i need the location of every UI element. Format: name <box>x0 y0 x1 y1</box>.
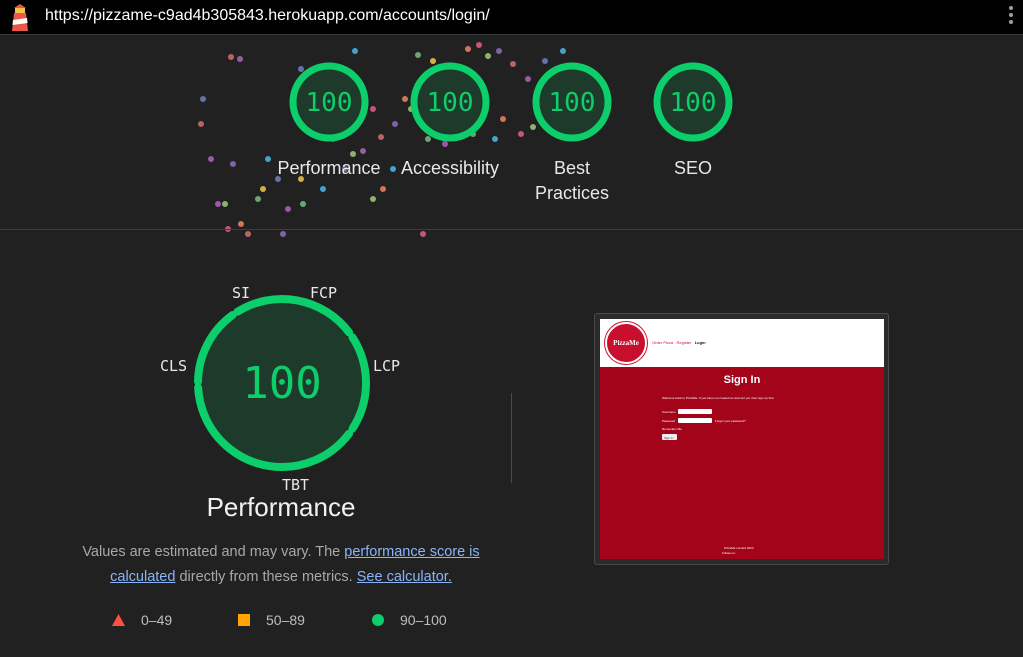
preview-header: PizzaMe Order Pizza Register Login <box>600 319 884 367</box>
score-gauge-accessibility[interactable]: 100 Accessibility <box>395 60 505 181</box>
performance-gauge-large: 100 SI FCP LCP TBT CLS <box>150 280 420 495</box>
final-screenshot-preview[interactable]: PizzaMe Order Pizza Register Login Sign … <box>594 313 889 565</box>
confetti-dot <box>198 121 204 127</box>
confetti-dot <box>228 54 234 60</box>
confetti-dot <box>215 201 221 207</box>
preview-nav-login: Login <box>694 340 706 345</box>
confetti-dot <box>370 196 376 202</box>
vertical-separator <box>511 393 512 483</box>
preview-password-label: Password <box>662 419 676 423</box>
score-gauge-performance[interactable]: 100 Performance <box>274 60 384 181</box>
score-ring-best-practices: 100 <box>532 62 612 142</box>
score-label-accessibility: Accessibility <box>400 158 500 178</box>
kebab-menu-icon[interactable] <box>1007 6 1015 28</box>
preview-signin-button-label: Sign In <box>664 436 674 440</box>
confetti-dot <box>265 156 271 162</box>
performance-title: Performance <box>206 492 356 522</box>
confetti-dot <box>208 156 214 162</box>
preview-heading: Sign In <box>723 374 761 386</box>
preview-remember: Remember Me <box>662 427 682 431</box>
desc-middle: directly from these metrics. <box>175 569 357 585</box>
see-calculator-link[interactable]: See calculator. <box>357 569 452 585</box>
browser-bar: https://pizzame-c9ad4b305843.herokuapp.c… <box>0 0 1023 35</box>
metric-si-label[interactable]: SI <box>232 284 250 302</box>
preview-intro: Welcome back to PizzaMe. If you have not… <box>662 396 775 400</box>
preview-logo-text: PizzaMe <box>613 339 639 347</box>
score-value-best-practices: 100 <box>549 88 596 118</box>
metric-cls-label[interactable]: CLS <box>160 357 187 375</box>
confetti-dot <box>415 52 421 58</box>
confetti-dot <box>230 161 236 167</box>
confetti-dot <box>200 96 206 102</box>
performance-description: Values are estimated and may vary. The p… <box>70 540 492 590</box>
preview-follow: Follow us: <box>722 551 736 555</box>
score-ring-performance: 100 <box>289 62 369 142</box>
confetti-dot <box>496 48 502 54</box>
score-label-seo: SEO <box>673 158 712 178</box>
triangle-fail-icon <box>112 614 125 626</box>
score-gauge-best-practices[interactable]: 100 Best Practices <box>517 60 627 206</box>
metric-fcp-label[interactable]: FCP <box>310 284 337 302</box>
pizzame-logo: PizzaMe <box>605 322 647 364</box>
preview-footer: PizzaMe Limited 2023 <box>724 546 754 550</box>
confetti-dot <box>380 186 386 192</box>
section-divider <box>0 229 1023 230</box>
legend-pass-range: 90–100 <box>400 612 447 628</box>
legend-fail-range: 0–49 <box>141 612 173 628</box>
score-value-performance: 100 <box>306 88 353 118</box>
circle-pass-icon <box>372 614 384 626</box>
metric-lcp-label[interactable]: LCP <box>373 357 400 375</box>
confetti-dot <box>245 231 251 237</box>
preview-forgot-link: Forgot your password? <box>715 419 746 423</box>
performance-score-large: 100 <box>242 358 321 409</box>
score-label-best-practices: Best Practices <box>534 158 610 203</box>
confetti-dot <box>255 196 261 202</box>
confetti-dot <box>560 48 566 54</box>
confetti-dot <box>222 201 228 207</box>
score-gauge-seo[interactable]: 100 SEO <box>638 60 748 181</box>
url-text[interactable]: https://pizzame-c9ad4b305843.herokuapp.c… <box>45 7 490 25</box>
confetti-dot <box>485 53 491 59</box>
confetti-dot <box>285 206 291 212</box>
screenshot-page: PizzaMe Order Pizza Register Login Sign … <box>600 319 884 559</box>
score-label-performance: Performance <box>277 158 381 178</box>
performance-gauge-svg: 100 <box>194 295 370 471</box>
score-value-seo: 100 <box>670 88 717 118</box>
confetti-dot <box>476 42 482 48</box>
preview-nav-order: Order Pizza <box>652 340 674 345</box>
confetti-dot <box>300 201 306 207</box>
preview-nav-register: Register <box>676 340 692 345</box>
score-ring-seo: 100 <box>653 62 733 142</box>
lighthouse-icon <box>12 4 28 31</box>
confetti-dot <box>280 231 286 237</box>
confetti-dot <box>510 61 516 67</box>
preview-username-label: Username <box>662 410 676 414</box>
square-average-icon <box>238 614 250 626</box>
confetti-dot <box>260 186 266 192</box>
confetti-dot <box>237 56 243 62</box>
confetti-dot <box>420 231 426 237</box>
score-ring-accessibility: 100 <box>410 62 490 142</box>
preview-nav: Order Pizza Register Login <box>652 340 706 345</box>
confetti-dot <box>238 221 244 227</box>
confetti-dot <box>465 46 471 52</box>
legend-pass: 90–100 <box>372 612 447 628</box>
confetti-dot <box>320 186 326 192</box>
preview-password-input <box>678 418 712 423</box>
legend-fail: 0–49 <box>112 612 172 628</box>
legend-average: 50–89 <box>238 612 305 628</box>
score-value-accessibility: 100 <box>427 88 474 118</box>
preview-username-input <box>678 409 712 414</box>
desc-prefix: Values are estimated and may vary. The <box>82 544 345 560</box>
confetti-dot <box>352 48 358 54</box>
legend-average-range: 50–89 <box>266 612 305 628</box>
